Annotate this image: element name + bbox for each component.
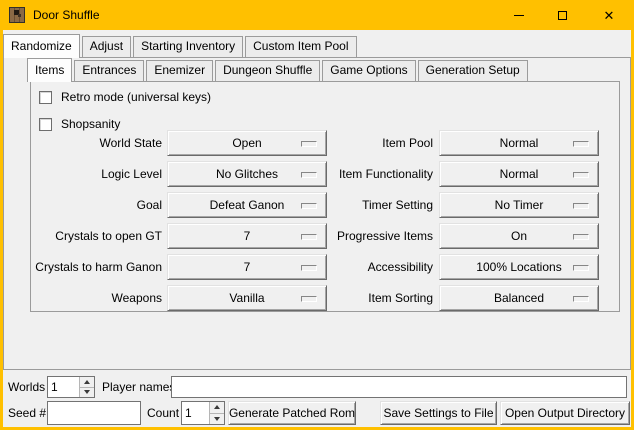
dropdown-indicator-icon [573,234,589,240]
timer-setting-label: Timer Setting [333,192,433,218]
dropdown-indicator-icon [573,203,589,209]
count-input[interactable] [182,402,209,424]
app-window: Door Shuffle ✕ Randomize Adjust Starting… [0,0,634,430]
dropdown-value: On [511,229,527,243]
count-spin-up-button[interactable] [210,402,224,414]
tab-starting-inventory[interactable]: Starting Inventory [133,36,243,57]
seed-input[interactable] [47,401,141,425]
dropdown-value: Vanilla [229,291,264,305]
world-state-label: World State [31,130,162,156]
retro-mode-label: Retro mode (universal keys) [61,90,211,104]
tab-generation-setup[interactable]: Generation Setup [418,60,528,81]
tab-entrances[interactable]: Entrances [74,60,144,81]
goal-label: Goal [31,192,162,218]
dropdown-value: Balanced [494,291,544,305]
title-bar[interactable]: Door Shuffle ✕ [0,0,634,30]
dropdown-indicator-icon [301,172,317,178]
dropdown-indicator-icon [573,265,589,271]
count-spin-down-button[interactable] [210,414,224,425]
close-button[interactable]: ✕ [592,0,626,30]
app-door-icon [9,7,25,23]
down-arrow-icon [214,417,220,421]
progressive-items-dropdown[interactable]: On [439,223,599,249]
maximize-button[interactable] [545,0,579,30]
retro-mode-checkbox[interactable] [39,91,52,104]
shopsanity-checkbox-row: Shopsanity [39,117,120,131]
crystals-gt-label: Crystals to open GT [31,223,162,249]
dropdown-value: Open [232,136,261,150]
worlds-spin-up-button[interactable] [80,377,94,388]
dropdown-value: 7 [244,229,251,243]
count-spinner [181,401,225,425]
dropdown-value: Normal [500,136,539,150]
dropdown-value: No Timer [495,198,544,212]
window-title: Door Shuffle [33,0,100,30]
dropdown-indicator-icon [301,234,317,240]
worlds-spin-down-button[interactable] [80,388,94,398]
shopsanity-checkbox[interactable] [39,118,52,131]
count-label: Count [147,402,179,424]
seed-label: Seed # [8,402,46,424]
item-sorting-label: Item Sorting [333,285,433,311]
dropdown-value: Normal [500,167,539,181]
shopsanity-label: Shopsanity [61,117,120,131]
item-functionality-label: Item Functionality [333,161,433,187]
minimize-icon [514,15,524,16]
save-settings-button[interactable]: Save Settings to File [380,401,497,425]
dropdown-indicator-icon [301,296,317,302]
player-names-label: Player names [102,376,175,398]
client-area: Randomize Adjust Starting Inventory Cust… [3,30,631,427]
goal-dropdown[interactable]: Defeat Ganon [167,192,327,218]
crystals-ganon-dropdown[interactable]: 7 [167,254,327,280]
generate-patched-rom-button[interactable]: Generate Patched Rom [228,401,356,425]
sub-tab-bar: Items Entrances Enemizer Dungeon Shuffle… [27,58,530,81]
dropdown-value: No Glitches [216,167,278,181]
dropdown-indicator-icon [573,296,589,302]
down-arrow-icon [84,390,90,394]
player-names-input[interactable] [171,376,627,398]
worlds-spinner [47,376,95,398]
crystals-ganon-label: Crystals to harm Ganon [31,254,162,280]
item-pool-label: Item Pool [333,130,433,156]
tab-randomize[interactable]: Randomize [3,34,80,58]
dropdown-value: 100% Locations [476,260,561,274]
progressive-items-label: Progressive Items [333,223,433,249]
tab-dungeon-shuffle[interactable]: Dungeon Shuffle [215,60,320,81]
retro-mode-checkbox-row: Retro mode (universal keys) [39,90,211,104]
weapons-label: Weapons [31,285,162,311]
tab-adjust[interactable]: Adjust [82,36,131,57]
item-sorting-dropdown[interactable]: Balanced [439,285,599,311]
logic-level-label: Logic Level [31,161,162,187]
item-pool-dropdown[interactable]: Normal [439,130,599,156]
maximize-icon [558,11,567,20]
dropdown-indicator-icon [573,141,589,147]
weapons-dropdown[interactable]: Vanilla [167,285,327,311]
dropdown-indicator-icon [573,172,589,178]
timer-setting-dropdown[interactable]: No Timer [439,192,599,218]
dropdown-indicator-icon [301,141,317,147]
minimize-button[interactable] [502,0,536,30]
crystals-gt-dropdown[interactable]: 7 [167,223,327,249]
main-tab-bar: Randomize Adjust Starting Inventory Cust… [3,34,359,57]
up-arrow-icon [214,405,220,409]
tab-game-options[interactable]: Game Options [322,60,415,81]
open-output-directory-button[interactable]: Open Output Directory [500,401,630,425]
worlds-label: Worlds [8,376,45,398]
accessibility-label: Accessibility [333,254,433,280]
tab-custom-item-pool[interactable]: Custom Item Pool [245,36,356,57]
item-functionality-dropdown[interactable]: Normal [439,161,599,187]
dropdown-indicator-icon [301,203,317,209]
close-icon: ✕ [604,9,615,22]
tab-enemizer[interactable]: Enemizer [146,60,213,81]
logic-level-dropdown[interactable]: No Glitches [167,161,327,187]
up-arrow-icon [84,380,90,384]
worlds-input[interactable] [48,377,79,397]
dropdown-value: Defeat Ganon [210,198,285,212]
world-state-dropdown[interactable]: Open [167,130,327,156]
items-page: Retro mode (universal keys) Shopsanity W… [30,81,620,312]
accessibility-dropdown[interactable]: 100% Locations [439,254,599,280]
dropdown-indicator-icon [301,265,317,271]
dropdown-value: 7 [244,260,251,274]
tab-items[interactable]: Items [27,58,72,82]
